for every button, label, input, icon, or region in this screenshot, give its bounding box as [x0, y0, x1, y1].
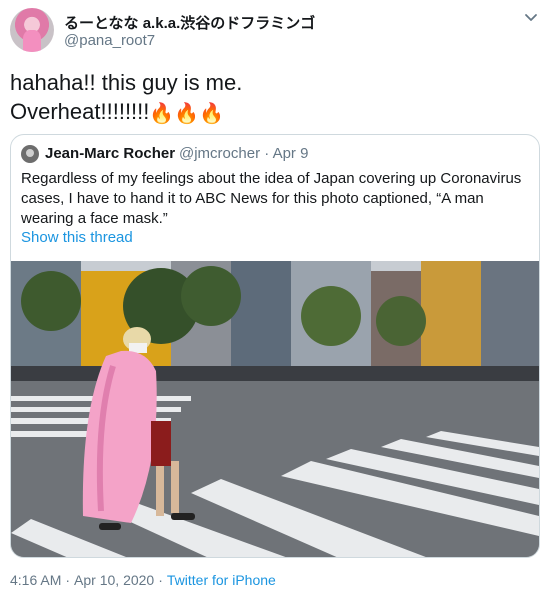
fire-icon: 🔥 [149, 103, 175, 125]
fire-icon: 🔥 [199, 103, 225, 125]
quoted-photo[interactable] [11, 261, 539, 557]
quoted-author-handle-date: @jmcrocher · Apr 9 [179, 145, 309, 162]
tweet-date[interactable]: Apr 10, 2020 [74, 572, 154, 588]
quoted-tweet-text: Regardless of my feelings about the idea… [21, 170, 522, 227]
tweet-source-link[interactable]: Twitter for iPhone [167, 572, 276, 588]
chevron-down-icon[interactable] [522, 12, 540, 26]
tweet-text: hahaha!! this guy is me. Overheat!!!!!!!… [10, 68, 540, 126]
quoted-tweet[interactable]: Jean-Marc Rocher @jmcrocher · Apr 9 Rega… [10, 134, 540, 558]
avatar[interactable] [10, 8, 54, 52]
author-handle[interactable]: @pana_root7 [64, 32, 155, 49]
tweet-time[interactable]: 4:16 AM [10, 572, 61, 588]
tweet-text-overheat: Overheat!!!!!!!! [10, 99, 150, 124]
street-crossing-photo [11, 261, 539, 557]
quoted-author-name: Jean-Marc Rocher [45, 145, 176, 162]
show-thread-link[interactable]: Show this thread [21, 229, 133, 246]
tweet-card: るーとなな a.k.a.渋谷のドフラミンゴ @pana_root7 hahaha… [0, 0, 550, 592]
footer-separator: · [65, 572, 71, 588]
tweet-text-line-1: hahaha!! this guy is me. [10, 70, 243, 95]
footer-separator: · [158, 572, 163, 588]
tweet-header: るーとなな a.k.a.渋谷のドフラミンゴ @pana_root7 [10, 8, 540, 54]
quoted-avatar [21, 145, 39, 163]
tweet-footer: 4:16 AM · Apr 10, 2020 · Twitter for iPhone [10, 572, 276, 588]
author-display-name[interactable]: るーとなな a.k.a.渋谷のドフラミンゴ [64, 12, 315, 33]
tweet-text-line-2: Overheat!!!!!!!!🔥🔥🔥 [10, 97, 540, 126]
fire-icon: 🔥 [174, 103, 200, 125]
